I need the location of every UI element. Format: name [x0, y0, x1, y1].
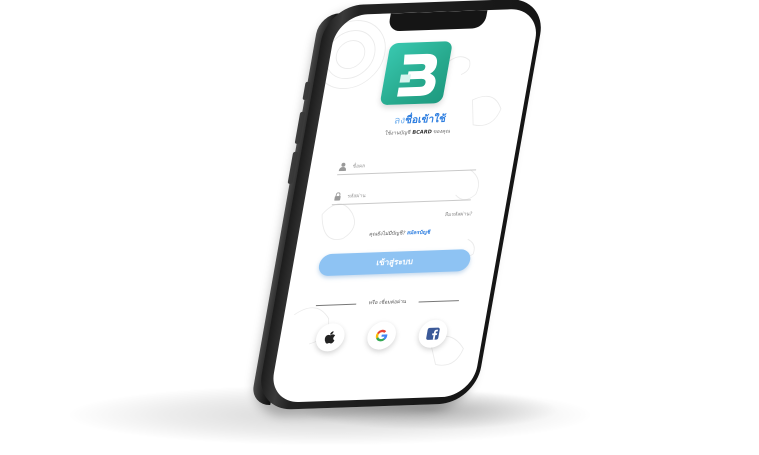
bcard-logo — [379, 41, 453, 106]
lock-icon — [334, 192, 341, 201]
product-mockup-scene: ลงชื่อเข้าใช้ ใช้งานบัญชี BCARD ของคุณ ช… — [0, 0, 759, 455]
logo-b-letter — [397, 53, 438, 97]
register-link[interactable]: สมัครบัญชี — [406, 230, 430, 237]
subtitle-brand: BCARD — [411, 129, 433, 136]
phone-notch — [387, 10, 488, 32]
subtitle-suffix: ของคุณ — [431, 128, 451, 136]
no-account-text: คุณยังไม่มีบัญชี? — [368, 230, 408, 238]
user-icon — [338, 162, 347, 172]
title-main: ชื่อเข้าใช้ — [404, 113, 447, 127]
password-placeholder: รหัสผ่าน — [346, 193, 367, 200]
facebook-icon — [426, 327, 440, 340]
google-icon — [375, 329, 388, 342]
username-placeholder: ชื่อผล — [352, 163, 366, 170]
subtitle-prefix: ใช้งานบัญชี — [384, 129, 413, 137]
phone-wrap: ลงชื่อเข้าใช้ ใช้งานบัญชี BCARD ของคุณ ช… — [0, 0, 759, 455]
apple-icon — [324, 331, 336, 344]
smartphone: ลงชื่อเข้าใช้ ใช้งานบัญชี BCARD ของคุณ ช… — [250, 0, 547, 411]
